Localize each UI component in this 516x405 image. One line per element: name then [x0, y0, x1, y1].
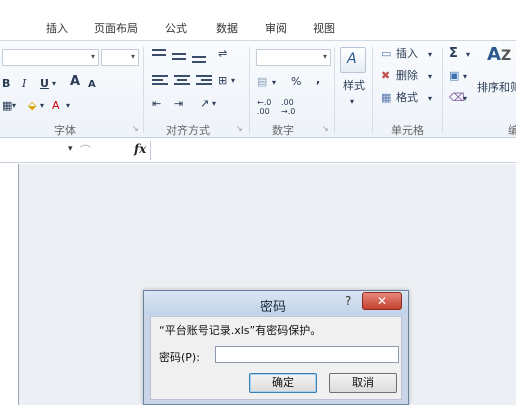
formula-divider — [150, 141, 151, 160]
fill-color-icon[interactable]: ⬙ — [28, 99, 36, 113]
align-left-icon[interactable] — [152, 75, 168, 87]
ok-button[interactable]: 确定 — [249, 373, 317, 393]
insert-function-button[interactable]: fx — [134, 142, 146, 156]
chevron-down-icon[interactable]: ▾ — [12, 99, 16, 113]
close-button[interactable]: ✕ — [362, 292, 402, 310]
orientation-icon[interactable]: ↗ — [200, 97, 209, 111]
font-size-combo[interactable]: ▾ — [101, 49, 139, 66]
formula-bar: ▾ ⌒ fx — [0, 139, 516, 163]
group-separator — [143, 47, 144, 133]
delete-cells-icon[interactable]: ✖ — [381, 69, 390, 83]
bold-button[interactable]: B — [2, 77, 10, 91]
chevron-down-icon[interactable]: ▾ — [350, 95, 354, 109]
percent-button[interactable]: % — [291, 75, 301, 89]
decrease-decimal-button[interactable]: .00 →.0 — [281, 98, 303, 116]
decrease-indent-icon[interactable]: ⇤ — [152, 97, 161, 111]
tab-data[interactable]: 数据 — [216, 20, 238, 36]
chevron-down-icon: ▾ — [90, 52, 95, 61]
chevron-down-icon[interactable]: ▾ — [52, 77, 56, 91]
group-separator — [372, 47, 373, 133]
underline-button[interactable]: U — [40, 77, 49, 91]
align-center-icon[interactable] — [174, 75, 190, 87]
chevron-down-icon[interactable]: ▾ — [466, 48, 470, 62]
sort-filter-icon[interactable]: AZ — [487, 45, 511, 66]
group-label-number: 数字 — [272, 124, 294, 137]
tab-view[interactable]: 视图 — [313, 20, 335, 36]
chevron-down-icon: ▾ — [322, 52, 327, 61]
group-label-alignment: 对齐方式 — [166, 124, 210, 137]
group-separator — [249, 47, 250, 133]
cancel-button[interactable]: 取消 — [329, 373, 397, 393]
chevron-down-icon[interactable]: ▾ — [272, 76, 276, 90]
tab-formulas[interactable]: 公式 — [165, 20, 187, 36]
group-separator — [334, 47, 335, 133]
ribbon: ▾ ▾ B I U ▾ A A ▦ ▾ ⬙ ▾ A ▾ 字体 ↘ ⇌ ⊞ ▾ ⇤… — [0, 40, 516, 138]
delete-cells-button[interactable]: 删除 — [396, 69, 418, 83]
increase-decimal-button[interactable]: ←.0 .00 — [257, 98, 279, 116]
align-middle-icon[interactable] — [172, 51, 186, 63]
align-bottom-icon[interactable] — [192, 53, 206, 65]
increase-indent-icon[interactable]: ⇥ — [174, 97, 183, 111]
chevron-down-icon[interactable]: ▾ — [463, 70, 467, 84]
chevron-down-icon[interactable]: ▾ — [231, 74, 235, 88]
border-icon[interactable]: ▦ — [2, 99, 12, 113]
chevron-down-icon[interactable]: ▾ — [428, 48, 432, 62]
chevron-down-icon[interactable]: ▾ — [40, 99, 44, 113]
autosum-button[interactable]: Σ — [449, 47, 458, 61]
italic-button[interactable]: I — [22, 77, 26, 91]
group-separator — [442, 47, 443, 133]
ribbon-tab-bar: 插入 页面布局 公式 数据 审阅 视图 — [0, 0, 516, 40]
format-cells-button[interactable]: 格式 — [396, 91, 418, 105]
styles-button[interactable]: A — [340, 47, 366, 73]
dialog-title: 密码 — [260, 300, 287, 315]
group-label-font: 字体 — [54, 124, 76, 137]
styles-icon: A — [347, 51, 357, 67]
dialog-launcher-icon[interactable]: ↘ — [132, 124, 139, 133]
align-right-icon[interactable] — [196, 75, 212, 87]
sort-filter-button[interactable]: 排序和筛 — [477, 81, 516, 95]
dialog-message: “平台账号记录.xls”有密码保护。 — [159, 324, 322, 337]
shrink-font-button[interactable]: A — [88, 78, 96, 92]
fill-icon[interactable]: ▣ — [449, 69, 459, 83]
chevron-down-icon[interactable]: ▾ — [463, 92, 467, 106]
dialog-body: “平台账号记录.xls”有密码保护。 密码(P): 确定 取消 — [150, 316, 402, 400]
name-box-dropdown-icon[interactable]: ▾ — [68, 144, 73, 154]
styles-label: 样式 — [343, 79, 365, 92]
font-name-combo[interactable]: ▾ — [2, 49, 99, 66]
chevron-down-icon[interactable]: ▾ — [428, 70, 432, 84]
tab-insert[interactable]: 插入 — [46, 20, 68, 36]
dialog-title-bar[interactable]: 密码 ? ✕ — [144, 291, 408, 315]
dialog-launcher-icon[interactable]: ↘ — [322, 124, 329, 133]
tab-page-layout[interactable]: 页面布局 — [94, 20, 138, 36]
cancel-entry-icon[interactable]: ⌒ — [80, 142, 91, 158]
tab-review[interactable]: 审阅 — [265, 20, 287, 36]
chevron-down-icon[interactable]: ▾ — [428, 92, 432, 106]
formula-input[interactable] — [152, 141, 516, 160]
dialog-launcher-icon[interactable]: ↘ — [236, 124, 243, 133]
insert-cells-icon[interactable]: ▭ — [381, 47, 391, 61]
close-icon: ✕ — [376, 294, 388, 308]
chevron-down-icon: ▾ — [130, 52, 135, 61]
password-dialog: 密码 ? ✕ “平台账号记录.xls”有密码保护。 密码(P): 确定 取消 — [143, 290, 409, 405]
wrap-text-icon[interactable]: ⇌ — [218, 47, 227, 61]
comma-button[interactable]: , — [316, 73, 320, 87]
font-color-button[interactable]: A — [52, 99, 60, 113]
chevron-down-icon[interactable]: ▾ — [66, 99, 70, 113]
chevron-down-icon[interactable]: ▾ — [212, 97, 216, 111]
password-label: 密码(P): — [159, 351, 200, 364]
currency-format-icon[interactable]: ▤ — [257, 75, 267, 89]
group-label-cells: 单元格 — [391, 124, 424, 137]
format-cells-icon[interactable]: ▦ — [381, 91, 391, 105]
help-icon[interactable]: ? — [345, 294, 351, 308]
insert-cells-button[interactable]: 插入 — [396, 47, 418, 61]
group-label-editing: 编 — [508, 124, 516, 137]
align-top-icon[interactable] — [152, 49, 166, 61]
merge-center-icon[interactable]: ⊞ — [218, 74, 227, 88]
number-format-combo[interactable]: ▾ — [256, 49, 331, 66]
grow-font-button[interactable]: A — [70, 75, 80, 89]
password-field[interactable] — [215, 346, 399, 363]
